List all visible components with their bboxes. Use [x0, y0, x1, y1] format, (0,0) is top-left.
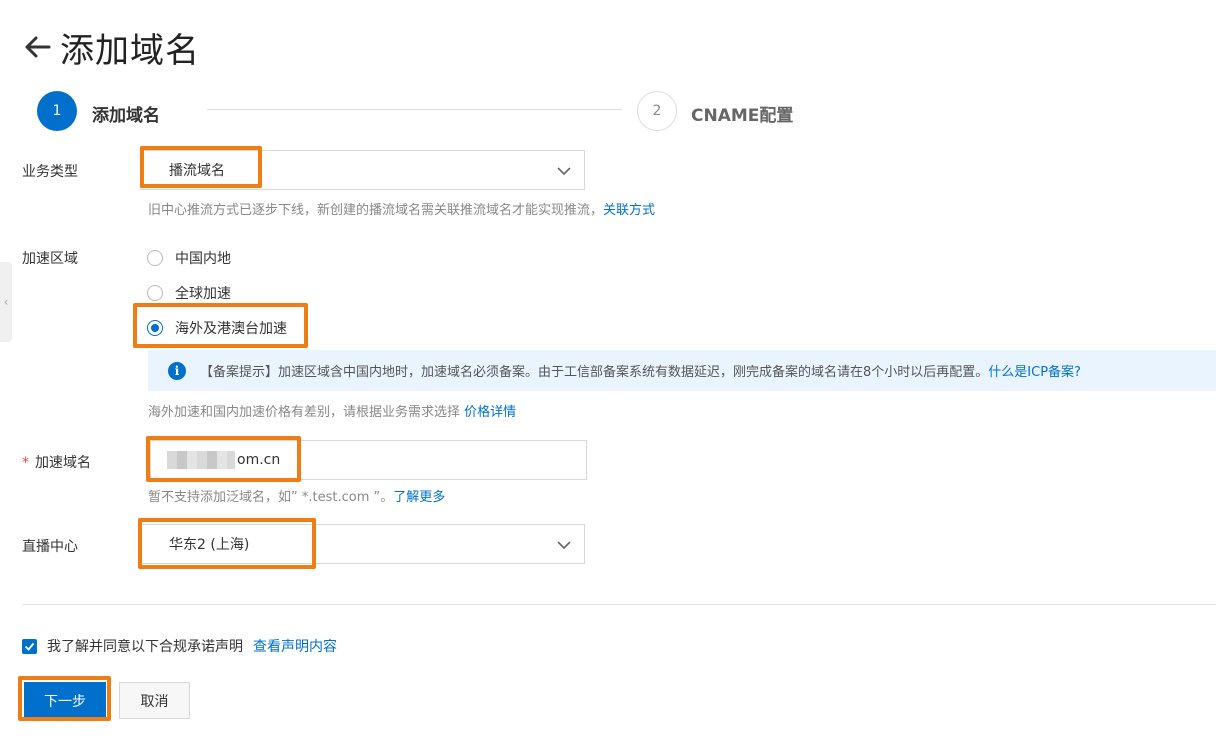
icp-link[interactable]: 什么是ICP备案? — [988, 361, 1081, 380]
next-button[interactable]: 下一步 — [24, 682, 106, 719]
radio-button[interactable] — [147, 285, 163, 301]
step-connector — [207, 109, 622, 110]
radio-button-checked[interactable] — [147, 320, 163, 336]
step-1-circle: 1 — [37, 91, 77, 131]
radio-mainland[interactable]: 中国内地 — [147, 248, 231, 268]
live-center-select[interactable]: 华东2 (上海) — [140, 524, 585, 564]
domain-label-text: 加速域名 — [35, 455, 91, 471]
learn-more-link[interactable]: 了解更多 — [393, 490, 445, 505]
agreement-text: 我了解并同意以下合规承诺声明 — [47, 639, 243, 655]
radio-label: 全球加速 — [175, 286, 231, 302]
live-center-value: 华东2 (上海) — [169, 537, 250, 553]
step-2-label: CNAME配置 — [691, 106, 794, 126]
business-type-help-text: 旧中心推流方式已逐步下线，新创建的播流域名需关联推流域名才能实现推流， — [148, 203, 604, 218]
domain-value: om.cn — [237, 452, 281, 468]
side-collapse-tab[interactable]: ‹ — [0, 262, 12, 342]
domain-label: * 加速域名 — [22, 452, 91, 472]
required-mark: * — [22, 455, 29, 471]
relation-method-link[interactable]: 关联方式 — [603, 203, 655, 218]
business-type-help: 旧中心推流方式已逐步下线，新创建的播流域名需关联推流域名才能实现推流，关联方式 — [148, 199, 655, 218]
page-header: 添加域名 — [22, 22, 200, 72]
radio-label: 海外及港澳台加速 — [175, 321, 287, 337]
domain-help-text: 暂不支持添加泛域名，如” *.test.com ”。 — [148, 490, 394, 505]
radio-overseas[interactable]: 海外及港澳台加速 — [147, 318, 287, 338]
icp-notice-text: 【备案提示】加速区域含中国内地时，加速域名必须备案。由于工信部备案系统有数据延迟… — [200, 365, 989, 380]
radio-button[interactable] — [147, 250, 163, 266]
region-help-text: 海外加速和国内加速价格有差别，请根据业务需求选择 — [148, 405, 461, 420]
radio-label: 中国内地 — [175, 251, 231, 267]
region-label: 加速区域 — [22, 251, 78, 267]
step-2-circle: 2 — [637, 91, 677, 131]
back-arrow-icon[interactable] — [22, 32, 52, 62]
agreement-checkbox[interactable] — [22, 638, 37, 654]
step-indicator: 1 添加域名 2 CNAME配置 — [37, 91, 1037, 133]
radio-global[interactable]: 全球加速 — [147, 283, 231, 303]
region-help: 海外加速和国内加速价格有差别，请根据业务需求选择 价格详情 — [148, 401, 516, 420]
chevron-down-icon — [557, 541, 571, 550]
chevron-down-icon — [557, 167, 571, 176]
step-1-label: 添加域名 — [92, 106, 160, 126]
cancel-button[interactable]: 取消 — [119, 682, 190, 719]
business-type-select[interactable]: 播流域名 — [140, 150, 585, 190]
icp-notice: i 【备案提示】加速区域含中国内地时，加速域名必须备案。由于工信部备案系统有数据… — [148, 350, 1216, 391]
agreement-row: 我了解并同意以下合规承诺声明 查看声明内容 — [22, 636, 337, 656]
divider — [22, 604, 1216, 605]
domain-input[interactable]: om.cn — [150, 440, 587, 480]
business-type-label: 业务类型 — [22, 164, 78, 180]
check-icon — [24, 642, 35, 651]
view-statement-link[interactable]: 查看声明内容 — [253, 636, 337, 656]
live-center-label: 直播中心 — [22, 539, 78, 555]
price-details-link[interactable]: 价格详情 — [464, 405, 516, 420]
info-icon: i — [168, 361, 186, 380]
business-type-value: 播流域名 — [169, 163, 225, 179]
redacted-text — [167, 451, 235, 469]
page-title: 添加域名 — [60, 30, 200, 71]
domain-help: 暂不支持添加泛域名，如” *.test.com ”。了解更多 — [148, 486, 445, 505]
